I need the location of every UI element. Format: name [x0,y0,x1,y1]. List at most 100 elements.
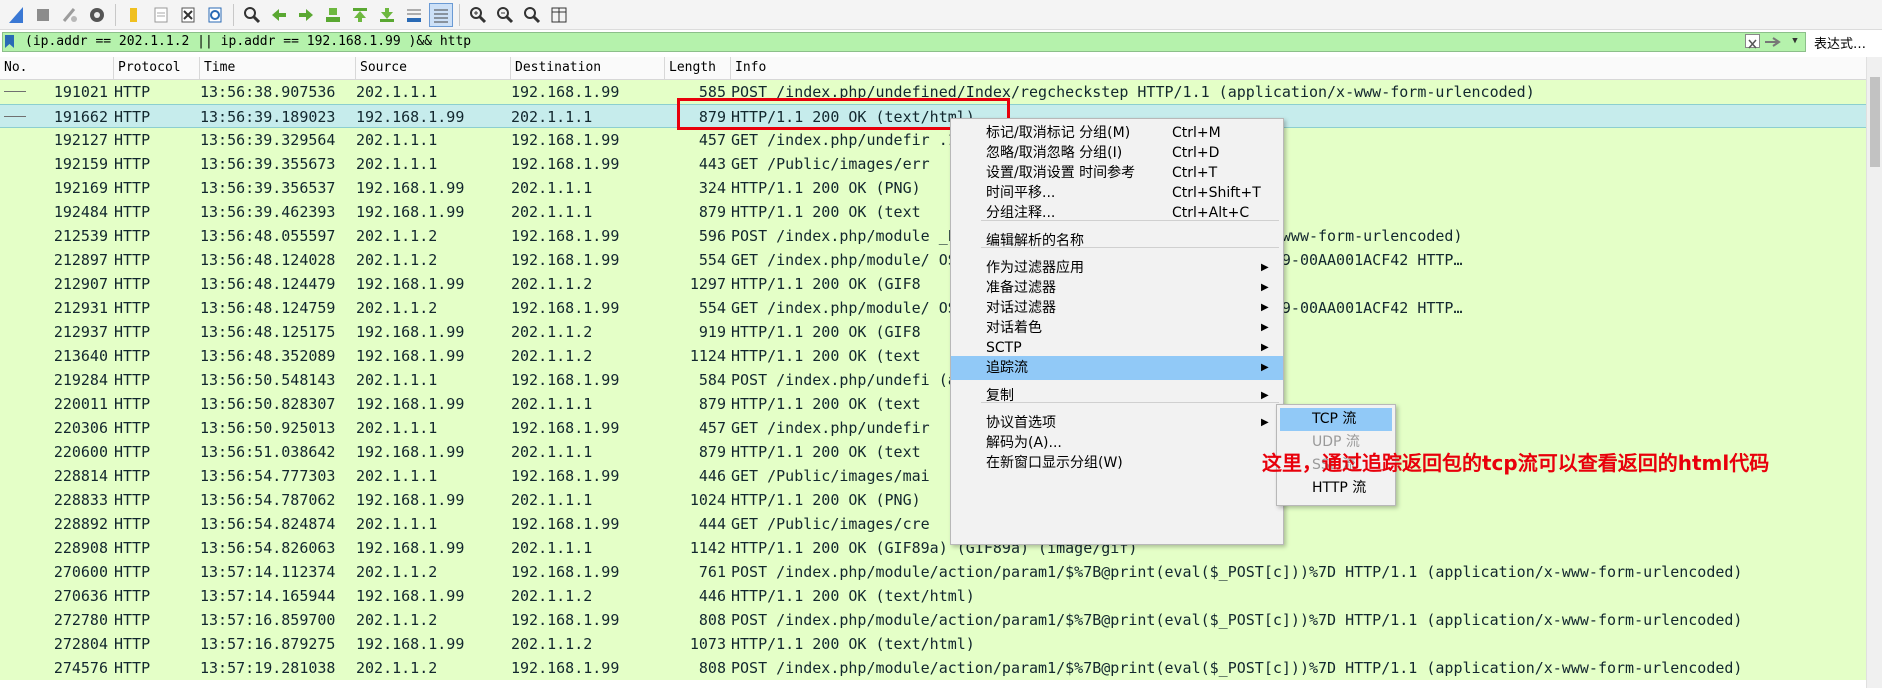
packet-destination: 202.1.1.1 [511,179,593,197]
go-last-icon[interactable] [375,3,399,27]
column-header-source[interactable]: Source [356,57,511,79]
packet-list-header: No. Protocol Time Source Destination Len… [0,57,1866,80]
context-menu-item[interactable]: 分组注释... Ctrl+Alt+C [951,201,1283,225]
packet-time: 13:56:39.189023 [200,108,336,126]
go-forward-icon[interactable] [294,3,318,27]
packet-time: 13:56:48.125175 [200,323,336,341]
shark-fin-start-icon[interactable] [4,3,28,27]
table-row[interactable]: 272804 HTTP 13:57:16.879275 192.168.1.99 202… [0,632,1866,656]
resize-columns-icon[interactable] [547,3,571,27]
packet-source: 192.168.1.99 [356,108,465,126]
follow-stream-item[interactable]: HTTP 流 [1280,477,1392,500]
table-row[interactable]: 192159 HTTP 13:56:39.355673 202.1.1.1 192.16… [0,152,1866,176]
vertical-scrollbar[interactable] [1866,57,1882,688]
column-header-destination[interactable]: Destination [511,57,665,79]
packet-protocol: HTTP [114,491,151,509]
table-row[interactable]: 219284 HTTP 13:56:50.548143 202.1.1.1 192.16… [0,368,1866,392]
packet-destination: 192.168.1.99 [511,419,620,437]
reload-icon[interactable] [203,3,227,27]
bookmark-icon[interactable] [3,34,16,49]
packet-length: 446 [698,587,726,605]
save-file-icon[interactable] [149,3,173,27]
packet-length: 596 [698,227,726,245]
column-header-length[interactable]: Length [665,57,731,79]
display-filter-input[interactable]: (ip.addr == 202.1.1.2 || ip.addr == 192.… [2,32,1806,52]
table-row[interactable]: 192169 HTTP 13:56:39.356537 192.168.1.99 202… [0,176,1866,200]
packet-source: 202.1.1.2 [356,251,438,269]
packet-source: 202.1.1.2 [356,227,438,245]
table-row[interactable]: 270600 HTTP 13:57:14.112374 202.1.1.2 192.16… [0,560,1866,584]
packet-protocol: HTTP [114,347,151,365]
packet-time: 13:57:14.112374 [200,563,336,581]
packet-destination: 202.1.1.1 [511,491,593,509]
packet-source: 192.168.1.99 [356,635,465,653]
zoom-in-icon[interactable] [466,3,490,27]
packet-protocol: HTTP [114,203,151,221]
packet-destination: 202.1.1.1 [511,443,593,461]
table-row[interactable]: 228833 HTTP 13:56:54.787062 192.168.1.99 202… [0,488,1866,512]
table-row[interactable]: 192484 HTTP 13:56:39.462393 192.168.1.99 202… [0,200,1866,224]
context-menu-item[interactable]: 编辑解析的名称 [951,229,1283,253]
packet-time: 13:56:54.824874 [200,515,336,533]
table-row[interactable]: 220011 HTTP 13:56:50.828307 192.168.1.99 202… [0,392,1866,416]
packet-time: 13:57:14.165944 [200,587,336,605]
context-menu-item[interactable]: 追踪流 ▶ [951,356,1283,380]
close-file-icon[interactable] [176,3,200,27]
packet-source: 192.168.1.99 [356,539,465,557]
table-row[interactable]: 274576 HTTP 13:57:19.281038 202.1.1.2 192.16… [0,656,1866,680]
packet-source: 202.1.1.2 [356,611,438,629]
packet-number: 191021 [53,83,108,101]
colorize-icon[interactable] [429,2,453,27]
table-row[interactable]: 213640 HTTP 13:56:48.352089 192.168.1.99 202… [0,344,1866,368]
packet-destination: 202.1.1.2 [511,323,593,341]
table-row[interactable]: 228908 HTTP 13:56:54.826063 192.168.1.99 202… [0,536,1866,560]
find-icon[interactable] [240,3,264,27]
zoom-normal-icon[interactable] [520,3,544,27]
menu-item-label: 追踪流 [986,360,1028,376]
restart-icon[interactable] [58,3,82,27]
packet-number: 270636 [53,587,108,605]
scrollbar-thumb[interactable] [1870,77,1880,167]
table-row[interactable]: 228892 HTTP 13:56:54.824874 202.1.1.1 192.16… [0,512,1866,536]
table-row[interactable]: 212907 HTTP 13:56:48.124479 192.168.1.99 202… [0,272,1866,296]
column-header-time[interactable]: Time [200,57,356,79]
capture-options-icon[interactable] [85,3,109,27]
packet-source: 202.1.1.1 [356,371,438,389]
column-header-protocol[interactable]: Protocol [114,57,200,79]
packet-source: 192.168.1.99 [356,323,465,341]
packet-protocol: HTTP [114,611,151,629]
table-row[interactable]: 270636 HTTP 13:57:14.165944 192.168.1.99 202… [0,584,1866,608]
table-row[interactable]: 272780 HTTP 13:57:16.859700 202.1.1.2 192.16… [0,608,1866,632]
table-row[interactable]: 212897 HTTP 13:56:48.124028 202.1.1.2 192.16… [0,248,1866,272]
clear-filter-icon[interactable] [1745,34,1760,49]
packet-source: 202.1.1.1 [356,83,438,101]
column-header-no[interactable]: No. [0,57,114,79]
open-file-icon[interactable] [122,3,146,27]
packet-protocol: HTTP [114,419,151,437]
context-menu-item[interactable]: 在新窗口显示分组(W) [951,451,1283,475]
go-to-packet-icon[interactable] [321,3,345,27]
table-row[interactable]: 212931 HTTP 13:56:48.124759 202.1.1.2 192.16… [0,296,1866,320]
context-menu-item[interactable]: 复制 ▶ [951,384,1283,408]
table-row[interactable]: 192127 HTTP 13:56:39.329564 202.1.1.1 192.16… [0,128,1866,152]
autoscroll-icon[interactable] [402,3,426,27]
submenu-arrow-icon: ▶ [1261,390,1269,401]
follow-stream-item[interactable]: TCP 流 [1280,408,1392,431]
zoom-out-icon[interactable] [493,3,517,27]
apply-filter-icon[interactable] [1763,34,1785,48]
packet-info: POST /index.php/module/action/param1/$%7… [731,563,1743,581]
column-header-info[interactable]: Info [731,57,1866,79]
go-first-icon[interactable] [348,3,372,27]
table-row[interactable]: 212539 HTTP 13:56:48.055597 202.1.1.2 192.16… [0,224,1866,248]
stop-icon[interactable] [31,3,55,27]
table-row[interactable]: 212937 HTTP 13:56:48.125175 192.168.1.99 202… [0,320,1866,344]
packet-destination: 202.1.1.2 [511,635,593,653]
chevron-down-icon[interactable]: ▼ [1788,34,1802,48]
table-row[interactable]: 220306 HTTP 13:56:50.925013 202.1.1.1 192.16… [0,416,1866,440]
packet-time: 13:56:39.355673 [200,155,336,173]
expression-button[interactable]: 表达式… [1814,33,1866,52]
menu-item-label: 分组注释... [986,205,1056,221]
packet-info: GET /Public/images/err [731,155,930,173]
packet-source: 192.168.1.99 [356,395,465,413]
go-back-icon[interactable] [267,3,291,27]
